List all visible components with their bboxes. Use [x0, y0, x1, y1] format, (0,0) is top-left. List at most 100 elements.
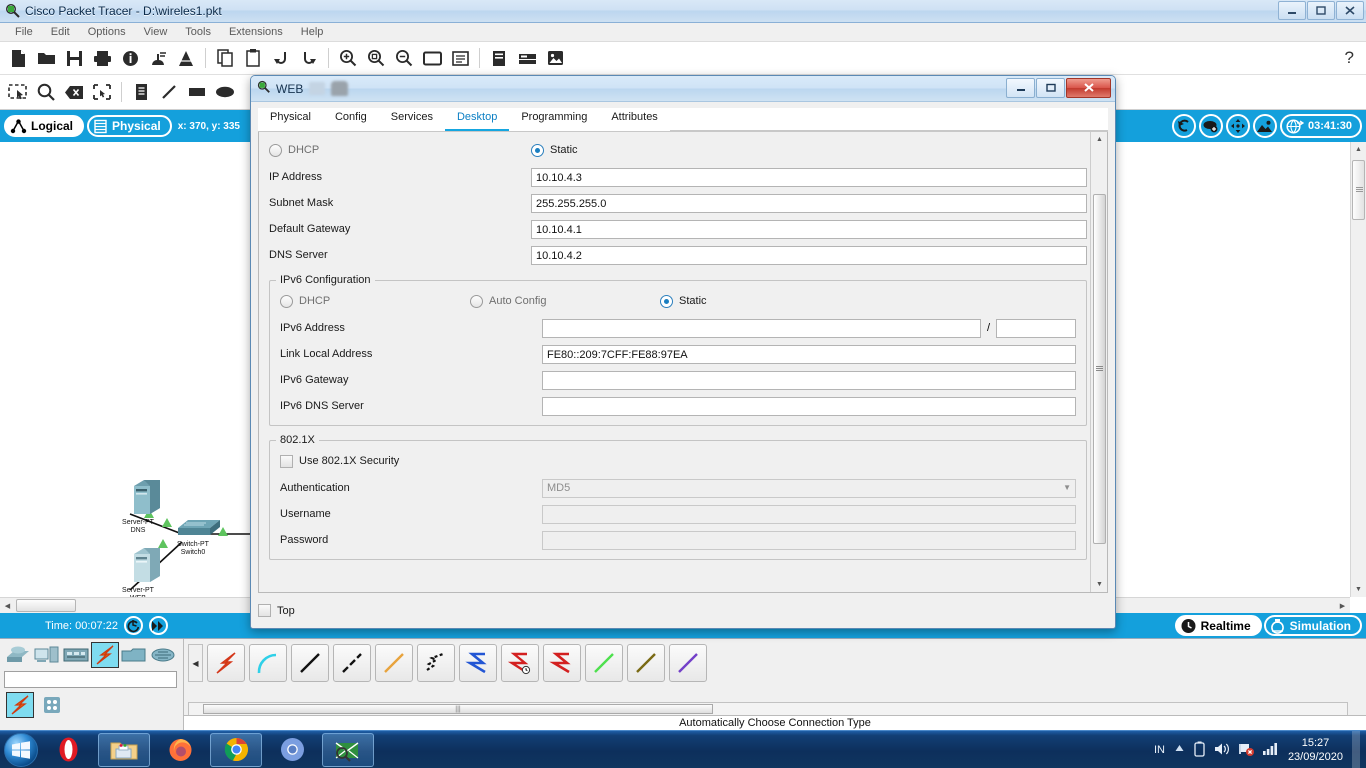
scroll-up-arrow[interactable]: ▲ [1351, 142, 1366, 157]
ipv6-dns-server-field[interactable] [542, 396, 1076, 416]
radio-icon[interactable] [660, 294, 673, 308]
menu-help[interactable]: Help [292, 24, 333, 40]
ipv4-static-option[interactable]: Static [531, 143, 578, 157]
save-icon[interactable] [60, 44, 88, 72]
zoom-reset-icon[interactable] [362, 44, 390, 72]
top-checkbox[interactable] [258, 604, 271, 617]
ipv6-prefix-field[interactable] [996, 318, 1076, 338]
subnet-mask-field[interactable]: 255.255.255.0 [531, 193, 1087, 213]
chromium-icon[interactable] [266, 733, 318, 767]
palette-scroll-thumb[interactable]: ||| [203, 704, 713, 714]
paste-icon[interactable] [239, 44, 267, 72]
copper-crossover-icon[interactable] [333, 644, 371, 682]
scroll-down-arrow[interactable]: ▼ [1351, 582, 1366, 597]
reset-simulation-icon[interactable] [123, 616, 143, 635]
help-question-icon[interactable]: ? [1345, 48, 1354, 68]
ip-address-field[interactable]: 10.10.4.3 [531, 167, 1087, 187]
fast-forward-icon[interactable] [148, 616, 168, 635]
ipv6-gateway-field[interactable] [542, 370, 1076, 390]
coaxial-connection-icon[interactable] [459, 644, 497, 682]
workspace-vertical-scrollbar[interactable]: ▲ ▼ [1350, 142, 1366, 597]
use-dot1x-security-option[interactable]: Use 802.1X Security [280, 454, 399, 468]
undo-icon[interactable] [267, 44, 295, 72]
palette-scroll-left[interactable]: ◀ [188, 644, 203, 682]
note-icon[interactable] [127, 78, 155, 106]
radio-icon[interactable] [269, 143, 282, 157]
dialog-close-button[interactable] [1066, 78, 1111, 98]
miscellaneous-icon[interactable] [120, 642, 148, 668]
serial-dte-icon[interactable] [543, 644, 581, 682]
ipv4-dhcp-option[interactable]: DHCP [269, 143, 531, 157]
redo-icon[interactable] [295, 44, 323, 72]
authentication-select[interactable]: MD5 ▼ [542, 478, 1076, 498]
scroll-right-arrow[interactable]: ▶ [1335, 598, 1350, 613]
new-cluster-icon[interactable] [1198, 114, 1223, 138]
dialog-minimize-button[interactable] [1006, 78, 1035, 98]
username-field[interactable] [542, 504, 1076, 524]
menu-view[interactable]: View [135, 24, 177, 40]
tab-config[interactable]: Config [322, 108, 379, 131]
link-local-address-field[interactable]: FE80::209:7CFF:FE88:97EA [542, 344, 1076, 364]
menu-tools[interactable]: Tools [176, 24, 220, 40]
scroll-left-arrow[interactable]: ◀ [0, 598, 15, 613]
activity-wizard-icon[interactable] [144, 44, 172, 72]
select-icon[interactable] [4, 78, 32, 106]
show-hidden-icons-icon[interactable] [1174, 744, 1185, 756]
connections-icon[interactable] [91, 642, 119, 668]
viewport-icon[interactable] [418, 44, 446, 72]
panel-vertical-scrollbar[interactable]: ▲ ▼ [1090, 132, 1107, 592]
connections-icon[interactable] [6, 692, 34, 718]
components-icon[interactable] [62, 642, 90, 668]
iot-custom-cable-icon[interactable] [627, 644, 665, 682]
copy-icon[interactable] [211, 44, 239, 72]
draw-rect-icon[interactable] [183, 78, 211, 106]
print-icon[interactable] [88, 44, 116, 72]
tab-physical[interactable]: Physical [258, 108, 323, 131]
menu-extensions[interactable]: Extensions [220, 24, 292, 40]
panel-scroll-down-arrow[interactable]: ▼ [1092, 577, 1107, 592]
volume-icon[interactable] [1214, 742, 1229, 759]
move-object-icon[interactable] [1225, 114, 1250, 138]
phone-connection-icon[interactable] [417, 644, 455, 682]
automatic-connection-icon[interactable] [207, 644, 245, 682]
chevron-down-icon[interactable]: ▼ [1063, 479, 1071, 497]
simulation-mode-button[interactable]: Simulation [1263, 615, 1362, 636]
scroll-thumb-vertical[interactable] [1352, 160, 1365, 220]
realtime-mode-button[interactable]: Realtime [1174, 615, 1262, 636]
scroll-thumb-horizontal[interactable] [16, 599, 76, 612]
simulation-clock[interactable]: 03:41:30 [1279, 114, 1362, 138]
minimize-button[interactable] [1278, 1, 1306, 20]
tab-programming[interactable]: Programming [509, 108, 600, 131]
default-gateway-field[interactable]: 10.10.4.1 [531, 219, 1087, 239]
menu-edit[interactable]: Edit [42, 24, 79, 40]
device-server-web[interactable]: Server-PT WEB [103, 546, 173, 603]
dialog-maximize-button[interactable] [1036, 78, 1065, 98]
language-indicator[interactable]: IN [1154, 744, 1165, 756]
file-explorer-icon[interactable] [98, 732, 150, 767]
serial-dce-icon[interactable] [501, 644, 539, 682]
panel-scroll-up-arrow[interactable]: ▲ [1092, 132, 1107, 147]
end-devices-icon[interactable] [33, 642, 61, 668]
usb-connection-icon[interactable] [669, 644, 707, 682]
packet-tracer-icon[interactable] [322, 732, 374, 767]
tab-attributes[interactable]: Attributes [599, 108, 670, 131]
panel-scroll-thumb[interactable] [1093, 194, 1106, 544]
show-desktop-button[interactable] [1352, 731, 1360, 768]
taskbar-clock[interactable]: 15:27 23/09/2020 [1288, 736, 1343, 764]
draw-line-icon[interactable] [155, 78, 183, 106]
menu-options[interactable]: Options [79, 24, 135, 40]
ipv6-static-option[interactable]: Static [660, 294, 707, 308]
cloud-view-icon[interactable] [541, 44, 569, 72]
palette-horizontal-scrollbar[interactable]: ||| [188, 702, 1348, 716]
custom-devices-icon[interactable] [513, 44, 541, 72]
octal-connection-icon[interactable] [585, 644, 623, 682]
radio-icon[interactable] [531, 143, 544, 157]
set-background-icon[interactable] [1252, 114, 1277, 138]
delete-icon[interactable] [60, 78, 88, 106]
network-error-icon[interactable] [1238, 742, 1254, 759]
chrome-icon[interactable] [210, 732, 262, 767]
logical-view-button[interactable]: Logical [4, 115, 85, 137]
ipv6-address-field[interactable] [542, 318, 981, 338]
close-button[interactable] [1336, 1, 1364, 20]
console-connection-icon[interactable] [249, 644, 287, 682]
